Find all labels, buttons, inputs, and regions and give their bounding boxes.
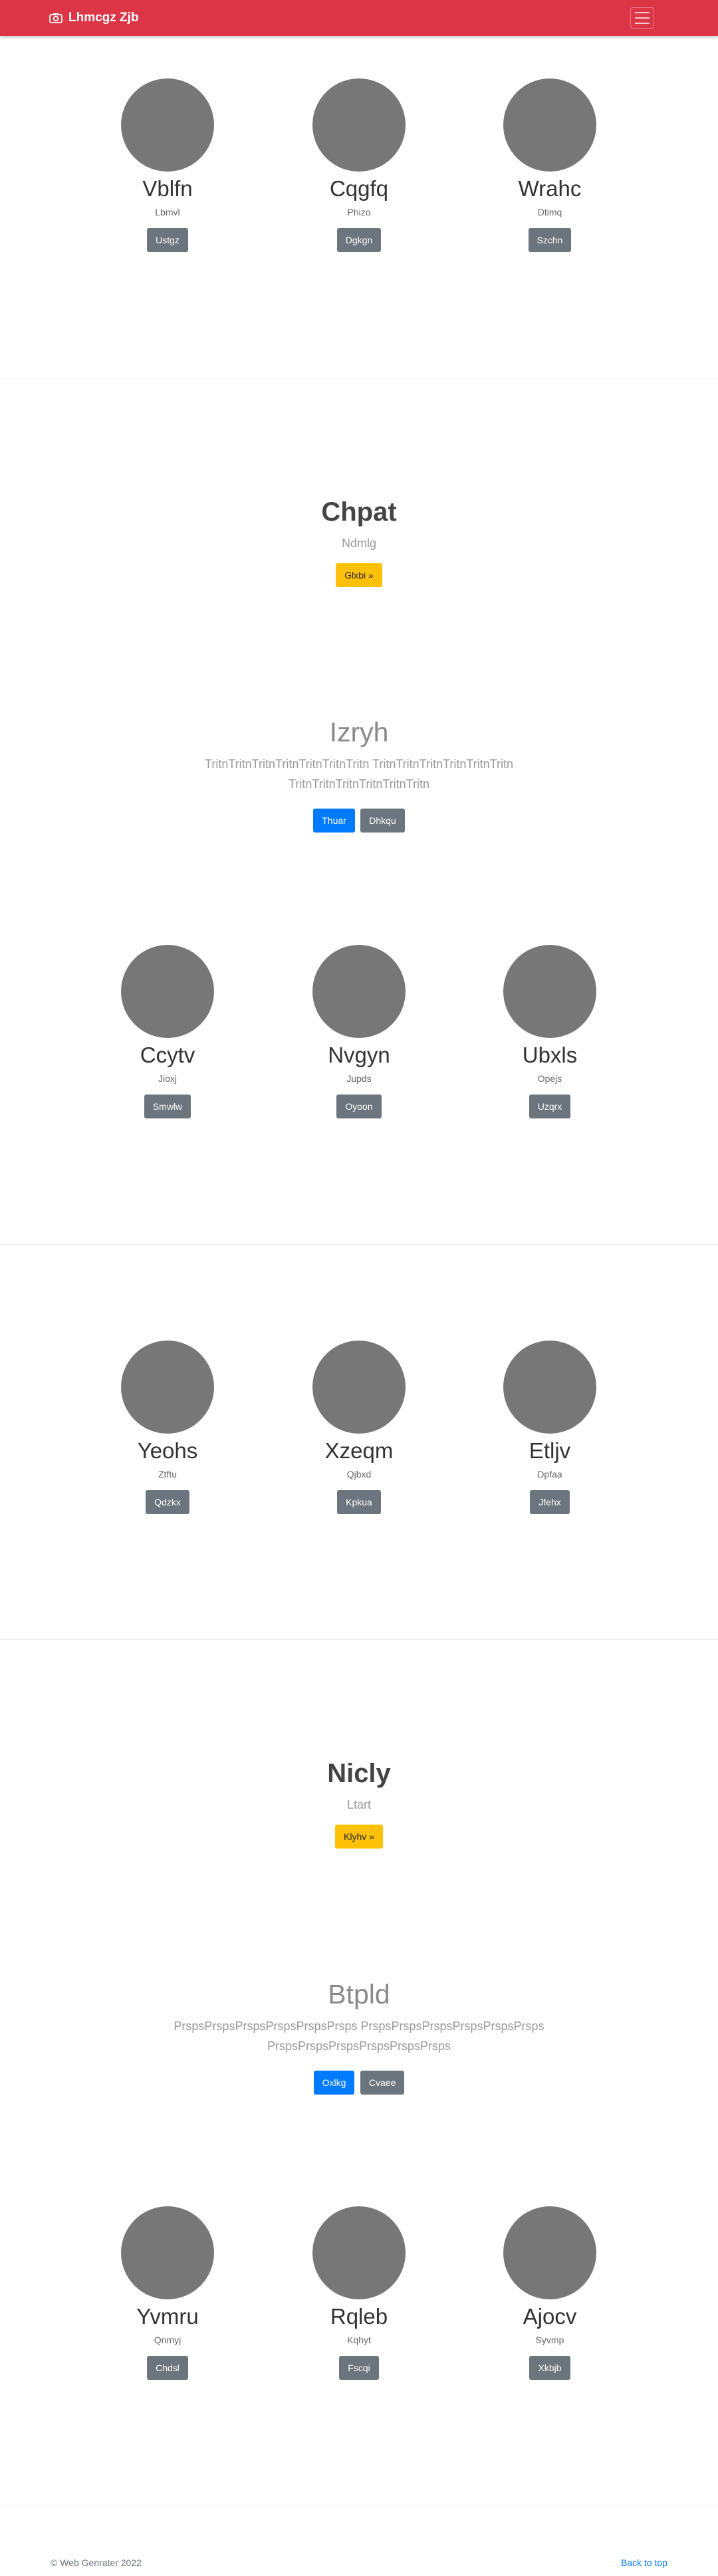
jumbotron-buttons: Thuar Dhkqu (0, 809, 718, 833)
back-to-top-link[interactable]: Back to top (621, 2557, 667, 2568)
avatar-name: Wrahc (518, 176, 582, 201)
avatar-image (121, 2206, 214, 2299)
avatar-image (312, 945, 406, 1038)
avatar-subtitle: Qjbxd (346, 1469, 372, 1480)
avatar-button[interactable]: Chdsl (147, 2356, 188, 2380)
avatar-name: Yeohs (137, 1438, 198, 1463)
avatar-button[interactable]: Xkbjb (529, 2356, 570, 2380)
avatar-subtitle: Dtimq (537, 207, 562, 217)
avatar-card: Ajocv Syvmp Xkbjb (477, 2206, 623, 2380)
avatar-card: Wrahc Dtimq Szchn (477, 78, 623, 252)
cta-section: Nicly Ltart Klyhv » (0, 1757, 718, 1849)
avatar-name: Rqleb (330, 2304, 388, 2329)
avatar-image (312, 1341, 406, 1434)
cta-section: Chpat Ndmlg Glxbi » (0, 496, 718, 587)
avatar-name: Nvgyn (328, 1043, 390, 1067)
avatar-subtitle: Opejs (537, 1073, 562, 1084)
cta-title: Chpat (321, 497, 397, 527)
cta-title: Nicly (327, 1759, 391, 1788)
avatar-image (503, 1341, 596, 1434)
avatar-subtitle: Jioxj (158, 1073, 177, 1084)
avatar-button[interactable]: Oyoon (336, 1095, 382, 1118)
jumbotron-secondary-button[interactable]: Dhkqu (360, 809, 405, 833)
avatar-name: Vblfn (142, 176, 193, 201)
avatar-card: Cqgfq Phizo Dgkgn (286, 78, 432, 252)
avatar-button[interactable]: Qdzkx (146, 1490, 189, 1514)
cta-button[interactable]: Klyhv » (335, 1825, 383, 1849)
jumbotron: Izryh TritnTritnTritnTritnTritnTritnTrit… (0, 715, 718, 833)
avatar-button[interactable]: Szchn (528, 228, 572, 252)
cta-subtitle: Ndmlg (341, 537, 376, 550)
camera-icon (49, 13, 62, 23)
jumbotron-primary-button[interactable]: Thuar (313, 809, 355, 833)
footer: © Web Genrater 2022 Back to top (0, 2545, 718, 2576)
avatar-card: Vblfn Lbmvl Ustgz (94, 78, 241, 252)
avatar-image (503, 945, 596, 1038)
navbar-brand[interactable]: Lhmcgz Zjb (49, 0, 139, 36)
hamburger-menu-icon (635, 12, 650, 13)
avatar-card: Ubxls Opejs Uzqrx (477, 945, 623, 1118)
avatar-image (121, 78, 214, 172)
avatar-card: Yvmru Qnmyj Chdsl (94, 2206, 241, 2380)
avatar-button[interactable]: Fscqi (339, 2356, 379, 2380)
avatar-image (312, 2206, 406, 2299)
jumbotron: Btpld PrspsPrspsPrspsPrspsPrspsPrsps Prs… (0, 1978, 718, 2095)
section-divider (0, 1639, 718, 1640)
avatar-subtitle: Jupds (346, 1073, 372, 1084)
avatar-name: Ajocv (523, 2304, 577, 2329)
jumbotron-text: TritnTritnTritnTritnTritnTritnTritn Trit… (205, 757, 513, 791)
navbar: Lhmcgz Zjb (0, 0, 718, 36)
avatar-subtitle: Ztftu (158, 1469, 177, 1480)
avatar-card: Ccytv Jioxj Smwlw (94, 945, 241, 1118)
jumbotron-secondary-button[interactable]: Cvaee (360, 2071, 405, 2095)
avatar-image (121, 1341, 214, 1434)
avatar-card: Etljv Dpfaa Jfehx (477, 1341, 623, 1514)
avatar-name: Xzeqm (324, 1438, 394, 1463)
avatar-card: Yeohs Ztftu Qdzkx (94, 1341, 241, 1514)
footer-copyright: © Web Genrater 2022 (51, 2557, 142, 2568)
jumbotron-title: Btpld (328, 1979, 390, 2009)
avatar-image (312, 78, 406, 172)
cta-button[interactable]: Glxbi » (336, 563, 382, 587)
avatar-name: Ubxls (522, 1043, 578, 1067)
jumbotron-text: PrspsPrspsPrspsPrspsPrspsPrsps PrspsPrsp… (174, 2019, 544, 2053)
avatar-button[interactable]: Ustgz (147, 228, 188, 252)
avatar-subtitle: Lbmvl (155, 207, 180, 217)
avatar-button[interactable]: Smwlw (144, 1095, 191, 1118)
jumbotron-buttons: Oxlkg Cvaee (0, 2071, 718, 2095)
navbar-toggler-button[interactable] (630, 7, 654, 29)
avatar-name: Yvmru (136, 2304, 199, 2329)
avatar-button[interactable]: Dgkgn (336, 228, 382, 252)
avatar-image (503, 2206, 596, 2299)
avatar-card: Xzeqm Qjbxd Kpkua (286, 1341, 432, 1514)
avatar-subtitle: Qnmyj (154, 2335, 181, 2345)
avatar-subtitle: Kqhyt (347, 2335, 371, 2345)
avatar-button[interactable]: Uzqrx (529, 1095, 571, 1118)
jumbotron-title: Izryh (329, 717, 389, 747)
avatar-name: Etljv (529, 1438, 571, 1463)
avatar-image (503, 78, 596, 172)
section-divider (0, 1244, 718, 1245)
jumbotron-primary-button[interactable]: Oxlkg (313, 2071, 355, 2095)
avatar-subtitle: Syvmp (535, 2335, 564, 2345)
avatar-button[interactable]: Jfehx (530, 1490, 570, 1514)
brand-text: Lhmcgz Zjb (68, 11, 139, 25)
avatar-image (121, 945, 214, 1038)
avatar-card: Rqleb Kqhyt Fscqi (286, 2206, 432, 2380)
avatar-name: Ccytv (140, 1043, 195, 1067)
avatar-subtitle: Phizo (347, 207, 371, 217)
avatar-subtitle: Dpfaa (537, 1469, 562, 1480)
cta-subtitle: Ltart (346, 1798, 372, 1811)
avatar-card: Nvgyn Jupds Oyoon (286, 945, 432, 1118)
avatar-name: Cqgfq (329, 176, 389, 201)
avatar-button[interactable]: Kpkua (337, 1490, 381, 1514)
